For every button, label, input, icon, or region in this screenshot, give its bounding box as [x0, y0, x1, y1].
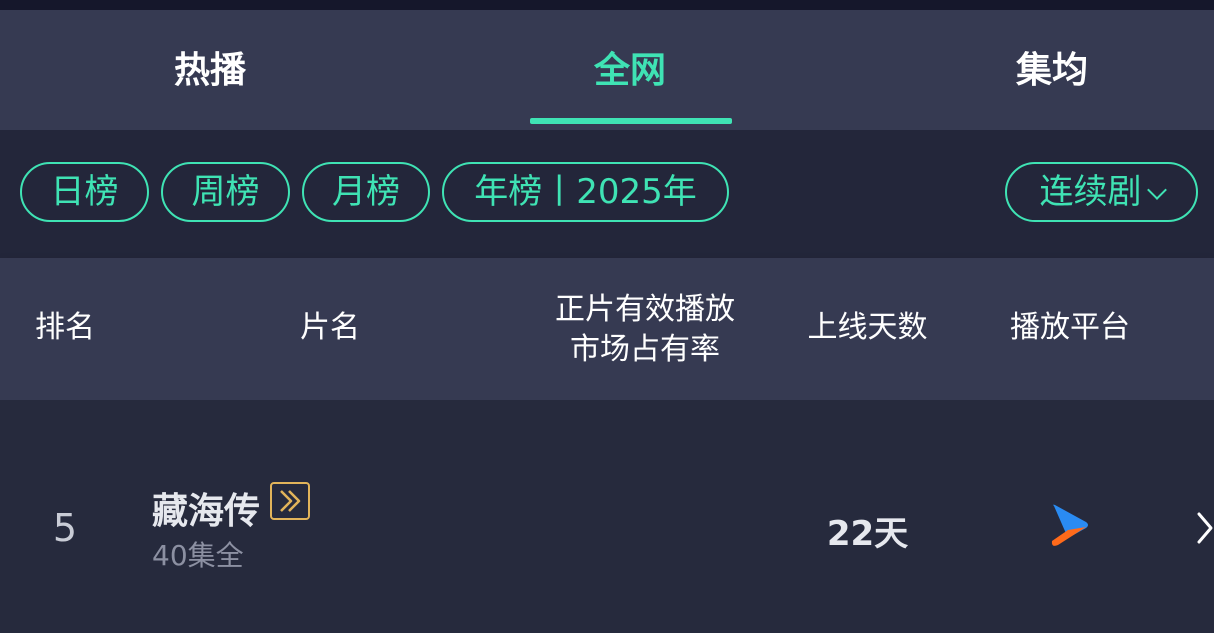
- fast-forward-icon: [270, 482, 310, 520]
- top-strip: [0, 0, 1214, 10]
- table-row[interactable]: 5 藏海传 40集全 22天: [0, 400, 1214, 633]
- table-header: 排名 片名 正片有效播放 市场占有率 上线天数 播放平台: [0, 258, 1214, 400]
- filter-daily[interactable]: 日榜: [20, 162, 149, 222]
- category-dropdown[interactable]: 连续剧: [1005, 162, 1198, 222]
- row-rank: 5: [52, 506, 78, 550]
- tab-per-episode[interactable]: 集均: [942, 48, 1162, 94]
- category-label: 连续剧: [1039, 172, 1142, 212]
- filter-yearly[interactable]: 年榜丨2025年: [442, 162, 729, 222]
- market-share-value: [596, 500, 696, 550]
- youku-play-icon: [1046, 500, 1092, 550]
- column-platform: 播放平台: [1010, 310, 1130, 345]
- chevron-right-icon[interactable]: [1194, 508, 1214, 548]
- column-market-share: 正片有效播放 市场占有率: [535, 290, 755, 370]
- active-tab-indicator: [530, 118, 732, 124]
- chevron-down-icon: [1146, 180, 1167, 200]
- filter-weekly[interactable]: 周榜: [161, 162, 290, 222]
- column-days-online: 上线天数: [807, 310, 928, 345]
- episode-count: 40集全: [152, 539, 244, 572]
- column-market-share-line2: 市场占有率: [570, 332, 720, 367]
- filter-bar: 日榜 周榜 月榜 年榜丨2025年 连续剧: [0, 130, 1214, 258]
- days-online-value: 22天: [826, 514, 909, 554]
- column-market-share-line1: 正片有效播放: [555, 292, 735, 327]
- filter-monthly[interactable]: 月榜: [302, 162, 430, 222]
- show-title: 藏海传: [152, 491, 261, 532]
- tab-all-network[interactable]: 全网: [520, 48, 740, 94]
- tab-bar: 热播 全网 集均: [0, 10, 1214, 130]
- column-title: 片名: [300, 310, 360, 345]
- tab-hot[interactable]: 热播: [100, 48, 320, 94]
- column-rank: 排名: [35, 310, 95, 345]
